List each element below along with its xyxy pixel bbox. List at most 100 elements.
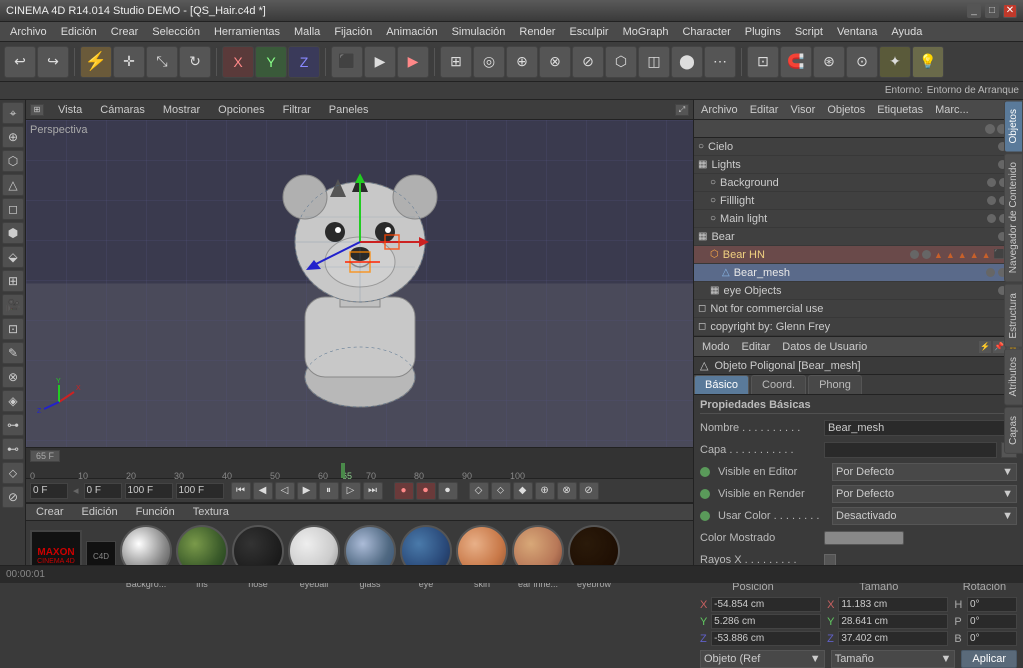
psr-apply-button[interactable]: Aplicar [961,650,1017,668]
fill-vis-dot[interactable] [987,196,996,205]
vp-expand-btn[interactable]: ⤢ [675,104,689,116]
record-auto-btn[interactable]: ⏺ [416,482,436,500]
obj-copyright[interactable]: ◻ copyright by: Glenn Frey [694,318,1023,336]
key-btn-5[interactable]: ⊗ [557,482,577,500]
left-tool-8[interactable]: 🎥 [2,294,24,316]
pause-button[interactable]: ⏸ [319,482,339,500]
key-btn-1[interactable]: ◇ [469,482,489,500]
menu-item-mograph[interactable]: MoGraph [617,24,675,40]
snap4-button[interactable]: ✦ [879,46,911,78]
psr-obj-ref-dropdown[interactable]: Objeto (Ref ▼ [700,650,825,668]
vp-menu-cameras[interactable]: Cámaras [96,102,149,118]
snap2-button[interactable]: ⊛ [813,46,845,78]
obj-eye-objects[interactable]: ▦ eye Objects [694,282,1023,300]
obj-menu-marc[interactable]: Marc... [932,102,972,118]
key-btn-3[interactable]: ◆ [513,482,533,500]
menu-item-render[interactable]: Render [513,24,561,40]
right-tab-capas[interactable]: Capas [1004,407,1023,454]
menu-item-crear[interactable]: Crear [105,24,145,40]
tool9-button[interactable]: ⋯ [704,46,736,78]
vp-menu-filter[interactable]: Filtrar [279,102,315,118]
tool4-button[interactable]: ⊗ [539,46,571,78]
obj-lights[interactable]: ▦ Lights [694,156,1023,174]
attr-tab-phong[interactable]: Phong [808,375,862,394]
left-tool-1[interactable]: ⊕ [2,126,24,148]
menu-item-edición[interactable]: Edición [55,24,103,40]
psr-z-size[interactable] [838,631,948,646]
tool1-button[interactable]: ⊞ [440,46,472,78]
left-tool-7[interactable]: ⊞ [2,270,24,292]
obj-menu-archivo[interactable]: Archivo [698,102,741,118]
coord-z-button[interactable]: Z [288,46,320,78]
menu-item-herramientas[interactable]: Herramientas [208,24,286,40]
total-frames-input[interactable] [176,483,224,499]
obj-bear[interactable]: ▦ Bear [694,228,1023,246]
vp-corner-btn[interactable]: ⊞ [30,104,44,116]
attr-tab-basico[interactable]: Básico [694,375,749,394]
left-tool-15[interactable]: ⬦ [2,462,24,484]
skip-end-button[interactable]: ⏭ [363,482,383,500]
undo-button[interactable]: ↩ [4,46,36,78]
main-vis-dot[interactable] [987,214,996,223]
attr-menu-modo[interactable]: Modo [698,339,734,355]
menu-item-selección[interactable]: Selección [146,24,206,40]
vp-menu-show[interactable]: Mostrar [159,102,204,118]
frame-start-input[interactable] [30,483,68,499]
magnet-button[interactable]: 🧲 [780,46,812,78]
left-tool-4[interactable]: ◻ [2,198,24,220]
vp-menu-options[interactable]: Opciones [214,102,268,118]
psr-x-pos[interactable] [711,597,821,612]
menu-item-simulación[interactable]: Simulación [446,24,512,40]
right-tab-navegador[interactable]: Navegador de Contenido [1004,153,1023,282]
obj-menu-objetos[interactable]: Objetos [824,102,868,118]
viewport-main[interactable]: Perspectiva [26,120,693,447]
obj-menu-etiquetas[interactable]: Etiquetas [874,102,926,118]
obj-bearmesh[interactable]: △ Bear_mesh ▶ [694,264,1023,282]
right-tab-objetos[interactable]: Objetos [1004,100,1023,152]
tool3-button[interactable]: ⊕ [506,46,538,78]
obj-background[interactable]: ○ Background ✓ [694,174,1023,192]
obj-mainlight[interactable]: ○ Main light ✓ [694,210,1023,228]
menu-item-plugins[interactable]: Plugins [739,24,787,40]
obj-menu-editar[interactable]: Editar [747,102,782,118]
left-tool-2[interactable]: ⬡ [2,150,24,172]
left-tool-3[interactable]: △ [2,174,24,196]
obj-bearhn[interactable]: ⬡ Bear HN ▲ ▲ ▲ ▲ ▲ ⬛ ⬛ [694,246,1023,264]
rotate-button[interactable]: ↻ [179,46,211,78]
tool8-button[interactable]: ⬤ [671,46,703,78]
key-btn-6[interactable]: ⊘ [579,482,599,500]
render-button[interactable]: ▶ [397,46,429,78]
left-tool-5[interactable]: ⬢ [2,222,24,244]
psr-y-size[interactable] [838,614,948,629]
left-tool-11[interactable]: ⊗ [2,366,24,388]
attr-color-swatch[interactable] [824,531,904,545]
menu-item-fijación[interactable]: Fijación [328,24,378,40]
menu-item-ayuda[interactable]: Ayuda [885,24,928,40]
attr-vis-render-dropdown[interactable]: Por Defecto ▼ [832,485,1017,503]
psr-b-rot[interactable] [967,631,1017,646]
attr-menu-datos[interactable]: Datos de Usuario [778,339,871,355]
play-back-button[interactable]: ◁ [275,482,295,500]
tool5-button[interactable]: ⊘ [572,46,604,78]
vp-menu-panels[interactable]: Paneles [325,102,373,118]
snap3-button[interactable]: ⊙ [846,46,878,78]
mat-menu-edit[interactable]: Edición [78,504,122,520]
redo-button[interactable]: ↪ [37,46,69,78]
menu-item-ventana[interactable]: Ventana [831,24,883,40]
bearhn-vis-dot[interactable] [910,250,919,259]
coord-y-button[interactable]: Y [255,46,287,78]
prev-frame-button[interactable]: ◀ [253,482,273,500]
obj-menu-visor[interactable]: Visor [787,102,818,118]
skip-start-button[interactable]: ⏮ [231,482,251,500]
move-button[interactable]: ✛ [113,46,145,78]
obj-filllight[interactable]: ○ Filllight ✓ [694,192,1023,210]
attr-nombre-input[interactable] [824,420,1017,436]
mat-menu-function[interactable]: Función [132,504,179,520]
key-btn-2[interactable]: ⬦ [491,482,511,500]
close-button[interactable]: ✕ [1003,4,1017,18]
right-tab-estructura[interactable]: Estructura [1004,284,1023,348]
play-button[interactable]: ▶ [297,482,317,500]
vp-menu-vista[interactable]: Vista [54,102,86,118]
mat-menu-texture[interactable]: Textura [189,504,233,520]
current-frame-input[interactable] [84,483,122,499]
